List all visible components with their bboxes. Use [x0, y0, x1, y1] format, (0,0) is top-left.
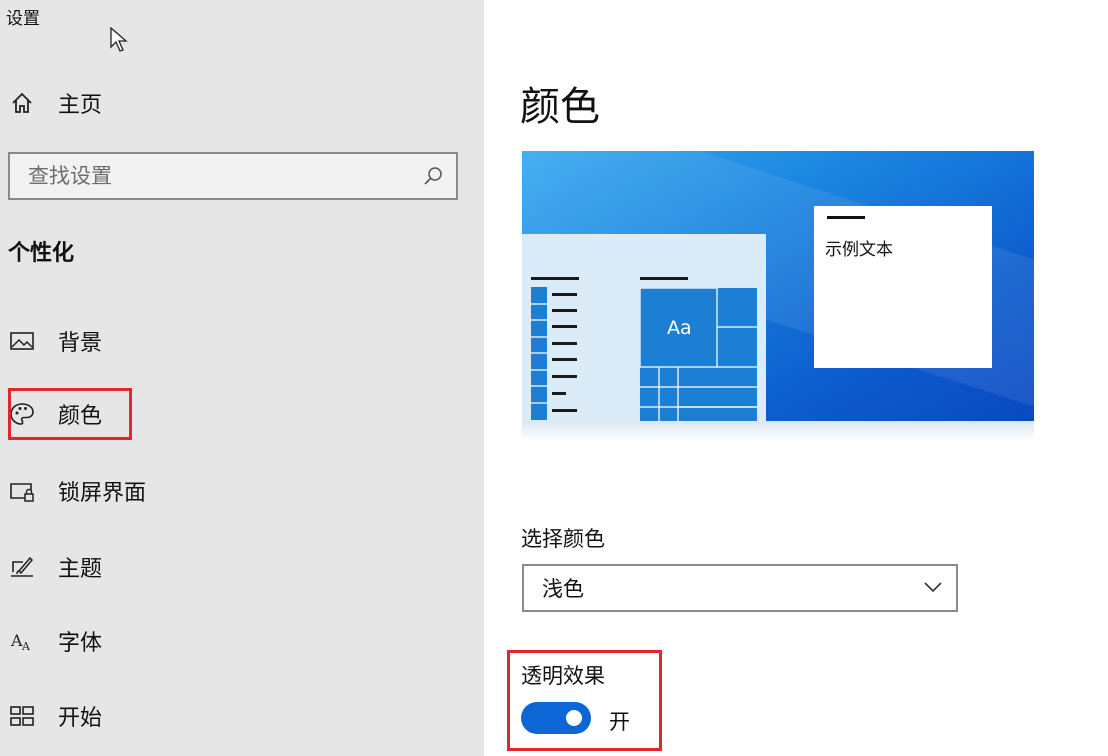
sidebar-item-label: 主页	[58, 93, 103, 118]
picture-icon	[8, 327, 36, 355]
toggle-knob	[566, 710, 582, 726]
sidebar-item-background[interactable]: 背景	[0, 314, 484, 368]
start-tiles-icon	[8, 702, 36, 730]
sidebar-item-label: 主题	[58, 557, 103, 582]
search-input[interactable]	[10, 164, 400, 188]
sidebar-item-label: 背景	[58, 331, 103, 356]
theme-brush-icon	[8, 553, 36, 581]
page-title: 颜色	[520, 84, 600, 130]
sidebar-item-lock-screen[interactable]: 锁屏界面	[0, 464, 484, 518]
highlight-box	[8, 388, 132, 440]
section-title: 个性化	[8, 241, 75, 266]
sidebar-item-home[interactable]: 主页	[0, 76, 484, 130]
preview-window-art	[531, 277, 757, 421]
svg-text:A: A	[21, 640, 31, 653]
sidebar-item-label: 开始	[58, 706, 103, 731]
window-title: 设置	[6, 9, 40, 29]
toggle-state-label: 开	[609, 710, 630, 734]
search-box[interactable]	[8, 152, 458, 200]
dropdown-value: 浅色	[542, 577, 584, 601]
sidebar-item-label: 锁屏界面	[58, 481, 147, 506]
preview-window: Aa	[522, 234, 766, 421]
mouse-cursor-icon	[110, 27, 128, 52]
sidebar: 设置 主页 个性化 背景 颜色 锁屏界面	[0, 0, 484, 756]
preview-dialog: 示例文本	[814, 206, 992, 368]
search-icon[interactable]	[422, 165, 444, 187]
preview-sample-text: 示例文本	[825, 240, 893, 260]
home-icon	[8, 89, 36, 117]
sidebar-item-label: 字体	[58, 631, 103, 656]
preview-dialog-bar	[827, 216, 865, 219]
transparency-toggle[interactable]	[521, 702, 591, 734]
sidebar-item-themes[interactable]: 主题	[0, 540, 484, 594]
chevron-down-icon	[924, 582, 942, 593]
lock-screen-icon	[8, 477, 36, 505]
color-preview: Aa 示例文本	[522, 151, 1034, 421]
choose-color-label: 选择颜色	[521, 527, 605, 551]
sidebar-item-fonts[interactable]: AA 字体	[0, 614, 484, 668]
font-icon: AA	[8, 627, 36, 655]
choose-color-dropdown[interactable]: 浅色	[522, 564, 958, 612]
transparency-label: 透明效果	[521, 664, 605, 688]
preview-tile-text: Aa	[667, 317, 692, 339]
preview-shadow	[522, 421, 1034, 441]
sidebar-item-start[interactable]: 开始	[0, 689, 484, 743]
